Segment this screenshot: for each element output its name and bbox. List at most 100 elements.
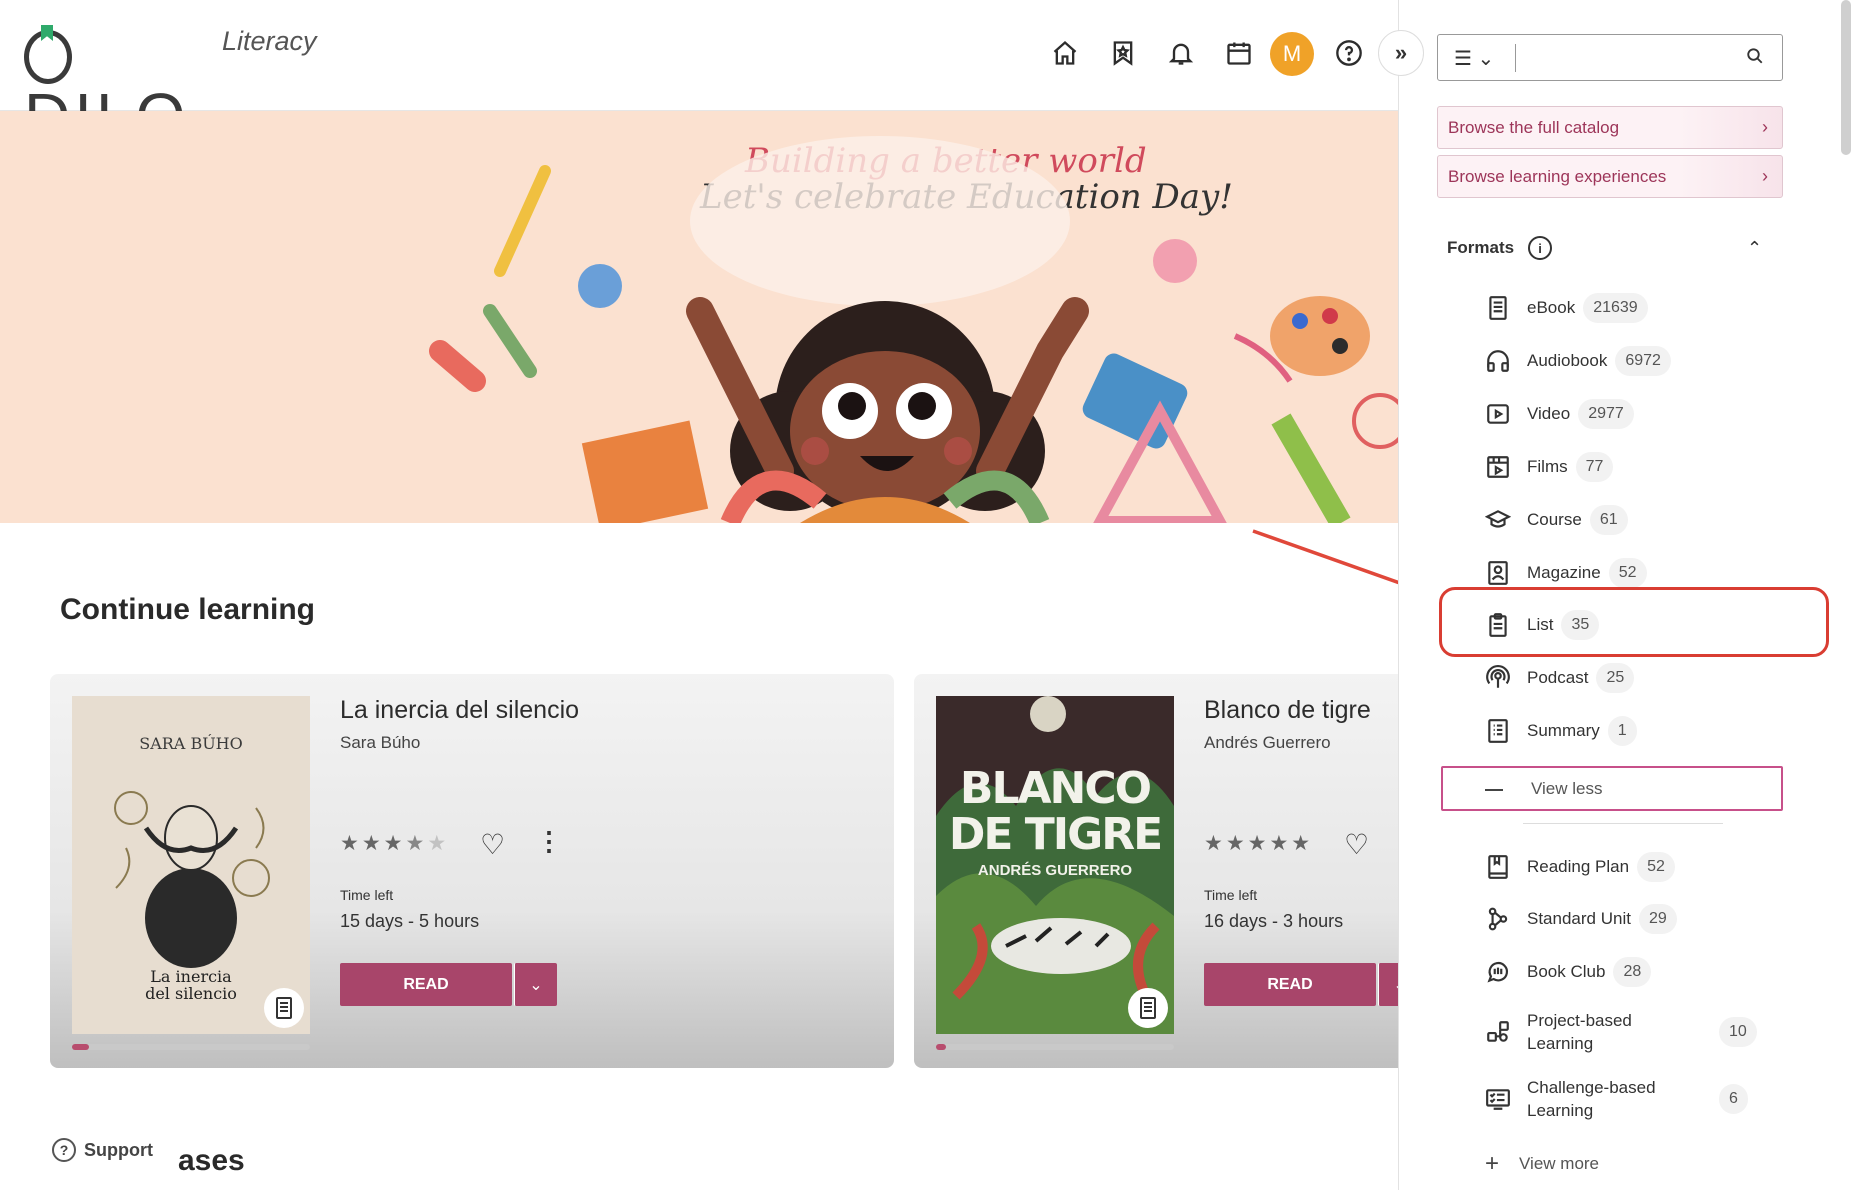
format-count: 77 [1575,452,1614,482]
support-button[interactable]: ? Support [52,1138,153,1162]
star-rating[interactable]: ★★★★★ [1204,831,1313,856]
continue-learning-title: Continue learning [60,593,315,626]
filter-sidebar: ☰ ⌄ Browse the full catalog › Browse lea… [1398,0,1854,1190]
bookmark-icon[interactable] [1106,36,1140,70]
formats-section-header[interactable]: Formats i [1447,236,1553,260]
double-chevron-right-icon[interactable]: » [1378,30,1424,76]
user-avatar[interactable]: M [1270,32,1314,76]
help-icon[interactable] [1332,36,1366,70]
format-item-audiobook[interactable]: Audiobook 6972 [1485,344,1671,378]
format-item-reading-plan[interactable]: Reading Plan 52 [1485,850,1675,884]
book-author[interactable]: Andrés Guerrero [1204,733,1331,753]
summary-icon [1488,719,1508,743]
calendar-icon[interactable] [1222,36,1256,70]
standard-unit-icon [1488,907,1508,931]
time-left-value: 16 days - 3 hours [1204,911,1344,931]
chevron-down-icon[interactable]: ⌄ [1378,963,1398,1006]
browse-full-catalog-label: Browse the full catalog [1448,117,1620,137]
heart-icon[interactable]: ♡ [1344,828,1369,861]
top-header: DILO Literacy M [0,0,1398,148]
banner-illustration [429,136,1398,523]
format-count: 6972 [1615,346,1671,376]
format-label: Book Club [1527,962,1606,981]
divider [1523,823,1723,824]
read-button[interactable]: READ [1204,963,1376,1006]
browse-full-catalog-link[interactable]: Browse the full catalog › [1437,106,1783,149]
format-label: Magazine [1527,563,1601,582]
search-bar[interactable]: ☰ ⌄ [1437,34,1783,81]
ebook-badge-icon [264,988,304,1028]
format-count: 52 [1608,558,1647,588]
format-item-project-based-learning[interactable]: Project-based Learning 10 [1485,1008,1757,1056]
format-label: eBook [1527,298,1576,317]
book-cover[interactable]: BLANCO DE TIGRE ANDRÉS GUERRERO [936,696,1174,1034]
project-learning-icon [1487,1021,1509,1042]
format-label: Video [1527,404,1571,423]
education-day-banner[interactable]: Building a better world Let's celebrate … [0,111,1398,523]
format-count: 6 [1719,1084,1748,1114]
graduation-cap-icon [1485,510,1511,528]
reading-progress-bar [72,1044,310,1050]
magazine-icon [1488,561,1508,585]
book-cover[interactable]: SARA BÚHO La inercia del silencio [72,696,310,1034]
home-icon[interactable] [1048,36,1082,70]
search-divider [1515,44,1516,72]
view-less-button[interactable]: View less [1441,766,1783,811]
format-item-book-club[interactable]: Book Club 28 [1485,955,1652,989]
cover-author-text: SARA BÚHO [139,734,243,753]
time-left-value: 15 days - 5 hours [340,911,480,931]
reading-progress-fill [72,1044,89,1050]
chevron-right-icon: › [1762,117,1768,137]
format-item-films[interactable]: Films 77 [1485,450,1614,484]
video-icon [1487,404,1509,424]
browse-learning-experiences-link[interactable]: Browse learning experiences › [1437,155,1783,198]
chevron-down-icon[interactable]: ⌄ [514,963,557,1006]
heart-icon[interactable]: ♡ [480,828,505,861]
format-item-summary[interactable]: Summary 1 [1485,714,1637,748]
format-label: Films [1527,457,1568,476]
continue-learning-card[interactable]: SARA BÚHO La inercia del silencio La ine… [50,674,894,1068]
star-rating[interactable]: ★★★★★ [340,831,449,856]
format-item-standard-unit[interactable]: Standard Unit 29 [1485,902,1677,936]
format-count: 61 [1589,505,1628,535]
search-type-dropdown[interactable]: ☰ ⌄ [1454,46,1494,71]
format-count: 52 [1637,852,1675,882]
book-title[interactable]: La inercia del silencio [340,696,579,725]
ebook-badge-icon [1128,988,1168,1028]
logo-subtitle: Literacy [222,26,317,56]
book-club-icon [1487,961,1509,983]
view-more-button[interactable]: + View more [1485,1150,1599,1178]
info-icon[interactable]: i [1528,236,1553,260]
reading-progress-fill [936,1044,946,1050]
chevron-up-icon[interactable]: ⌃ [1747,238,1762,259]
podcast-icon [1486,665,1510,688]
format-count: 25 [1596,663,1635,693]
challenge-learning-icon [1486,1089,1510,1110]
format-item-magazine[interactable]: Magazine 52 [1485,556,1647,590]
continue-learning-card[interactable]: BLANCO DE TIGRE ANDRÉS GUERRERO Blanco d… [914,674,1398,1068]
sidebar-scrollbar[interactable] [1841,0,1851,155]
book-author[interactable]: Sara Búho [340,733,420,753]
format-count: 21639 [1583,293,1648,323]
format-label: Project-based Learning [1527,1011,1632,1053]
format-item-ebook[interactable]: eBook 21639 [1485,291,1648,325]
format-count: 1 [1607,716,1637,746]
search-icon[interactable] [1746,47,1764,70]
minus-icon [1485,789,1503,791]
support-label: Support [84,1139,153,1160]
book-title[interactable]: Blanco de tigre [1204,696,1371,725]
format-item-video[interactable]: Video 2977 [1485,397,1634,431]
read-button[interactable]: READ [340,963,512,1006]
format-item-podcast[interactable]: Podcast 25 [1485,661,1635,695]
time-left-label: Time left [1204,887,1258,903]
help-circle-icon: ? [52,1138,76,1162]
format-label: Course [1527,510,1582,529]
film-icon [1487,456,1509,478]
bell-icon[interactable] [1164,36,1198,70]
format-item-challenge-based-learning[interactable]: Challenge-based Learning 6 [1485,1075,1748,1123]
releases-section-title: ases [178,1144,245,1177]
format-label: Reading Plan [1527,857,1630,876]
format-item-course[interactable]: Course 61 [1485,503,1628,537]
more-options-icon[interactable]: ⋮ [536,826,562,857]
search-input[interactable] [1524,43,1724,73]
